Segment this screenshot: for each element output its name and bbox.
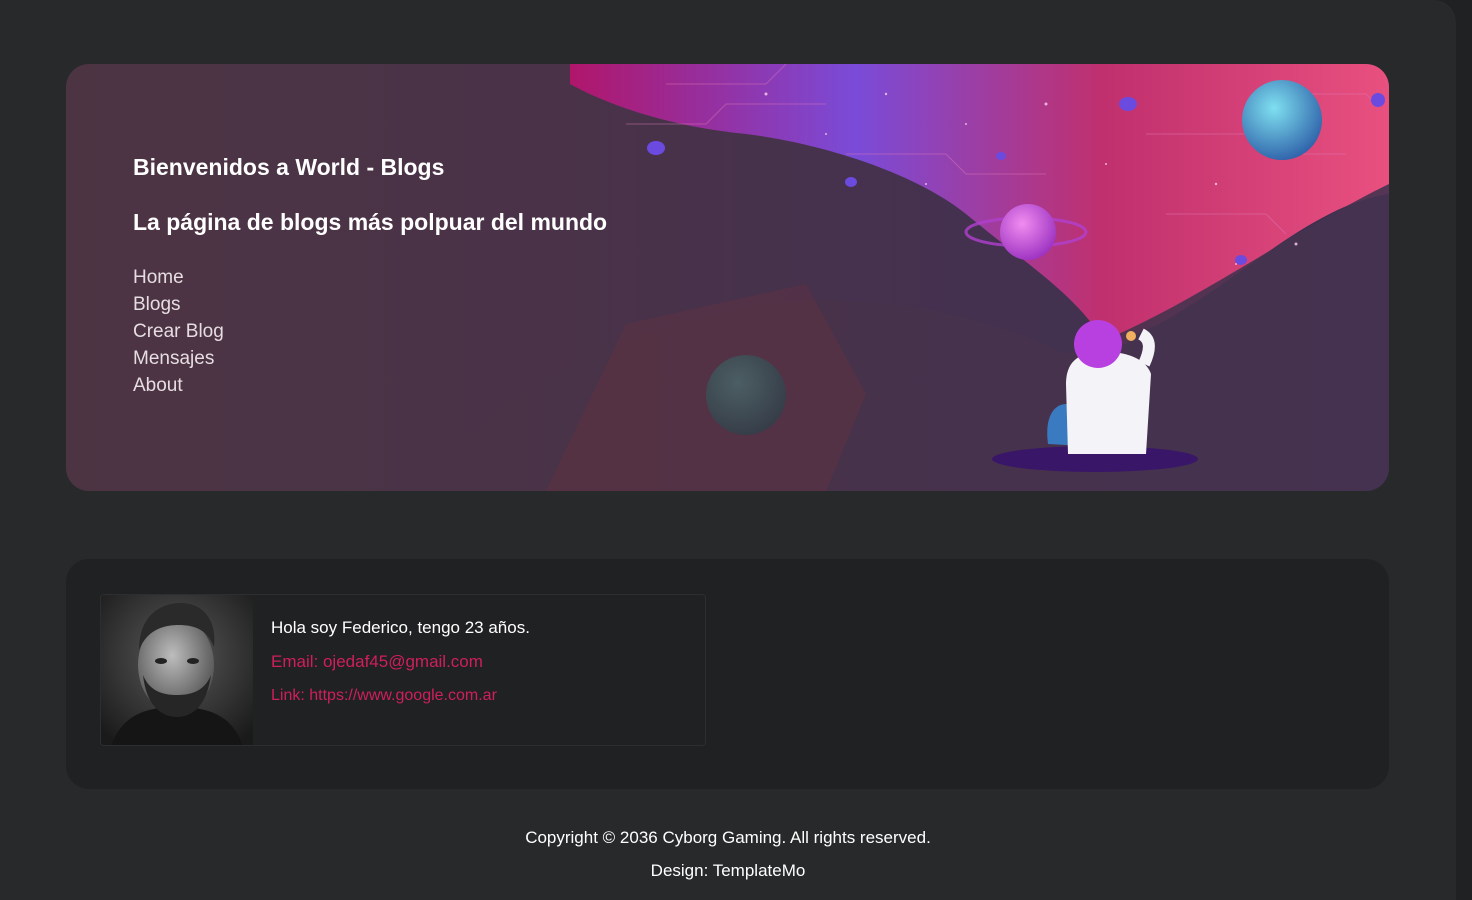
tagline-heading: La página de blogs más polpuar del mundo [133,209,608,235]
profile-info: Hola soy Federico, tengo 23 años. Email:… [271,617,530,719]
nav-item-mensajes[interactable]: Mensajes [133,345,607,372]
nav-item-about[interactable]: About [133,372,607,399]
avatar [101,595,253,745]
profile-email: Email: ojedaf45@gmail.com [271,651,530,685]
footer-design: Design: TemplateMo [650,861,806,880]
email-label: Email: [271,652,319,671]
profile-link: Link: https://www.google.com.ar [271,685,530,719]
profile-card: Hola soy Federico, tengo 23 años. Email:… [100,594,706,746]
link-label: Link: [271,687,305,704]
main-nav: Home Blogs Crear Blog Mensajes About [133,264,607,399]
welcome-heading: Bienvenidos a World - Blogs [133,154,445,180]
banner-text: Bienvenidos a World - Blogs La página de… [133,152,607,399]
email-link[interactable]: ojedaf45@gmail.com [323,652,483,671]
nav-item-crear-blog[interactable]: Crear Blog [133,318,607,345]
scrollbar-track[interactable] [1456,0,1472,900]
profile-panel: Hola soy Federico, tengo 23 años. Email:… [66,559,1389,789]
nav-item-home[interactable]: Home [133,264,607,291]
website-link[interactable]: https://www.google.com.ar [309,687,497,704]
profile-intro: Hola soy Federico, tengo 23 años. [271,618,530,637]
nav-item-blogs[interactable]: Blogs [133,291,607,318]
footer-copyright: Copyright © 2036 Cyborg Gaming. All righ… [525,828,931,847]
hero-banner: Bienvenidos a World - Blogs La página de… [66,64,1389,491]
